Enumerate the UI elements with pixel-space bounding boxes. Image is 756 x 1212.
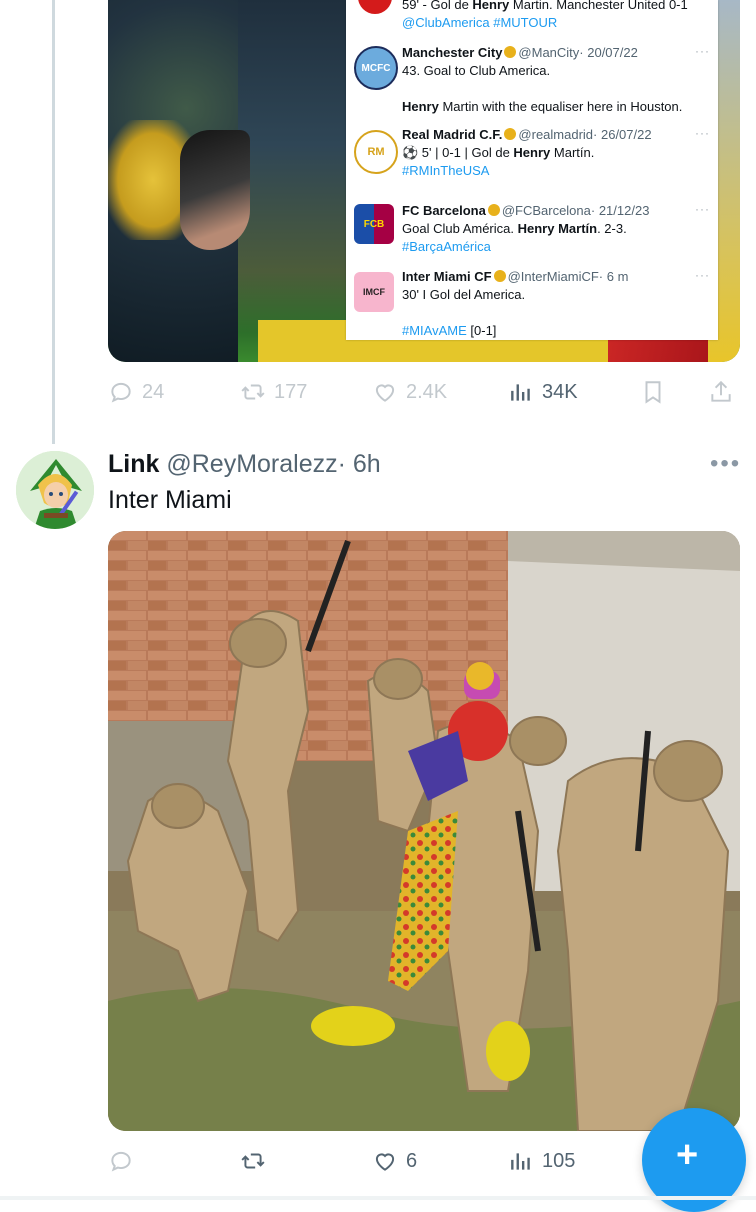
realmadrid-logo-icon: RM <box>354 130 398 174</box>
more-icon: ··· <box>695 126 710 140</box>
retweet-icon <box>241 384 265 400</box>
card-post-text: Goal Club América. Henry Martín. 2-3. <box>402 221 627 236</box>
retweet-button[interactable]: 177 <box>240 372 307 412</box>
card-post-barcelona: FCB FC Barcelona @FCBarcelona· 21/12/23 G… <box>354 202 710 262</box>
like-count: 6 <box>406 1149 418 1172</box>
author-handle[interactable]: @ReyMoralezz <box>166 450 337 478</box>
bottom-divider <box>0 1196 756 1200</box>
tweet-header: Link @ReyMoralezz· 6h <box>108 448 381 480</box>
card-post-name: Inter Miami CF <box>402 269 492 284</box>
card-post-mancity: MCFC Manchester City @ManCity· 20/07/22 4… <box>354 44 710 120</box>
heart-icon <box>375 384 395 402</box>
tweet-text: Inter Miami <box>108 486 232 514</box>
intermiami-logo-icon: IMCF <box>354 272 394 312</box>
verified-badge-icon <box>487 204 500 216</box>
like-button[interactable]: 6 <box>372 1141 417 1181</box>
card-post-hashtags: #BarçaAmérica <box>402 239 491 254</box>
reply-count: 24 <box>142 380 165 403</box>
verified-badge-icon <box>493 270 506 282</box>
retweet-count: 177 <box>274 380 308 403</box>
more-icon: ··· <box>695 44 710 58</box>
tweet-media-image[interactable]: ★ ● 59' - Gol de Henry Martin. Mancheste… <box>108 0 740 362</box>
like-count: 2.4K <box>406 380 448 403</box>
card-post-date: · 20/07/22 <box>579 45 638 60</box>
verified-badge-icon <box>504 128 517 140</box>
thread-line <box>52 0 55 444</box>
soldiers-clown-photo <box>108 531 740 1131</box>
card-post-name: Real Madrid C.F. <box>402 127 503 142</box>
manutd-logo-icon: ● <box>358 0 392 14</box>
card-post-intermiami: IMCF Inter Miami CF @InterMiamiCF· 6 m 30… <box>354 268 710 340</box>
card-post-text-2: Henry Martin with the equaliser here in … <box>402 99 683 114</box>
heart-icon <box>375 1153 395 1171</box>
card-post-handle: @InterMiamiCF <box>507 269 599 284</box>
share-button[interactable] <box>708 372 734 412</box>
views-button[interactable]: 105 <box>508 1141 575 1181</box>
card-post-handle: @FCBarcelona <box>501 203 591 218</box>
card-post-handle: @ManCity <box>518 45 580 60</box>
card-post-date: · 21/12/23 <box>590 203 650 218</box>
card-post-realmadrid: RM Real Madrid C.F. @realmadrid· 26/07/22… <box>354 126 710 186</box>
bookmark-button[interactable] <box>640 372 666 412</box>
more-icon: ··· <box>695 268 710 282</box>
reply-button[interactable]: 24 <box>108 372 164 412</box>
reply-icon <box>111 1151 131 1172</box>
card-post-manutd: ● 59' - Gol de Henry Martin. Manchester … <box>354 0 710 30</box>
reply-icon <box>111 382 131 403</box>
card-post-name: FC Barcelona <box>402 203 486 218</box>
plus-icon: + <box>676 1134 699 1176</box>
card-post-text: 43. Goal to Club America. <box>402 63 551 78</box>
card-post-text: ⚽ 5' | 0-1 | Gol de Henry Martín. <box>402 145 595 160</box>
retweet-button[interactable] <box>240 1141 274 1181</box>
link-avatar-icon <box>16 451 94 529</box>
card-post-handle: @realmadrid <box>518 127 594 142</box>
card-post-name: Manchester City <box>402 45 503 60</box>
views-count: 34K <box>542 380 578 403</box>
barcelona-logo-icon: FCB <box>354 204 394 244</box>
tweet1-action-bar: 24 177 2.4K 34K <box>108 372 740 412</box>
like-button[interactable]: 2.4K <box>372 372 447 412</box>
card-post-date: · 6 m <box>598 269 629 284</box>
author-name[interactable]: Link <box>108 450 159 478</box>
card-post-text: 59' - Gol de Henry Martin. Manchester Un… <box>402 0 688 12</box>
card-post-hashtags: #RMInTheUSA <box>402 163 490 178</box>
views-count: 105 <box>542 1149 576 1172</box>
phone-hand <box>180 130 250 250</box>
views-chart-icon <box>511 1153 530 1170</box>
views-chart-icon <box>511 384 530 401</box>
more-options-icon[interactable]: ••• <box>710 450 741 478</box>
embedded-screenshot-card: ● 59' - Gol de Henry Martin. Manchester … <box>346 0 718 340</box>
more-icon: ··· <box>695 202 710 216</box>
retweet-icon <box>241 1153 265 1169</box>
bookmark-icon <box>645 381 661 404</box>
tweet-media-image[interactable] <box>108 531 740 1131</box>
views-button[interactable]: 34K <box>508 372 578 412</box>
card-post-hashtags: @ClubAmerica #MUTOUR <box>402 15 558 30</box>
tweet-time[interactable]: · 6h <box>338 450 381 478</box>
card-post-text: 30' I Gol del America. <box>402 287 526 302</box>
verified-badge-icon <box>504 46 517 58</box>
reply-button[interactable] <box>108 1141 142 1181</box>
mancity-logo-icon: MCFC <box>354 46 398 90</box>
share-icon <box>711 380 731 402</box>
avatar[interactable] <box>16 451 94 529</box>
card-post-date: · 26/07/22 <box>593 127 652 142</box>
card-post-hashtags: #MIAvAME [0-1] <box>402 323 497 338</box>
